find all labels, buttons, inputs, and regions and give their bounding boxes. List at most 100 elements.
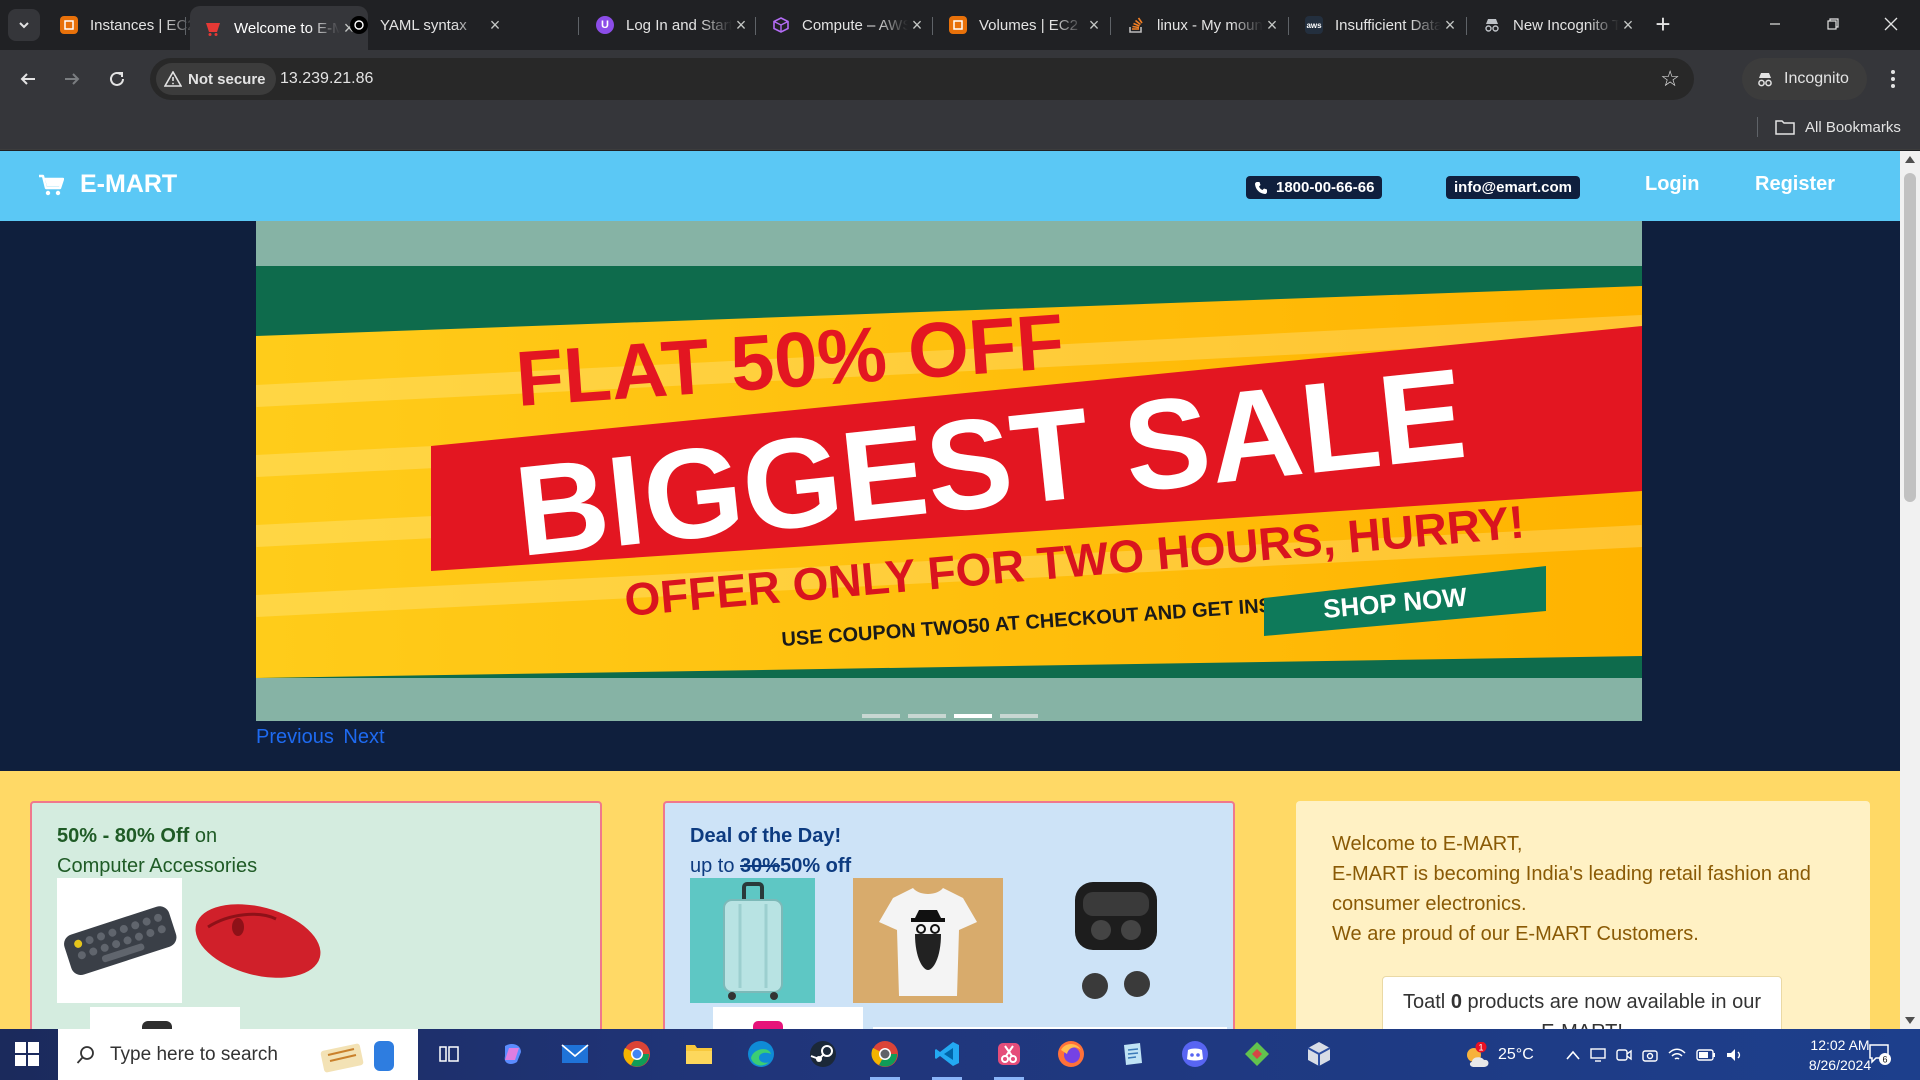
register-link[interactable]: Register	[1755, 173, 1835, 196]
address-bar[interactable]: Not secure 13.239.21.86 ☆	[150, 58, 1694, 100]
steam-icon[interactable]	[808, 1039, 838, 1069]
site-brand[interactable]: E-MART	[38, 170, 177, 199]
tab-yaml-syntax[interactable]: YAML syntax ×	[336, 8, 514, 42]
page-viewport: E-MART 1800-00-66-66 info@emart.com Logi…	[0, 151, 1920, 1029]
incognito-profile-button[interactable]: Incognito	[1742, 58, 1867, 100]
earbuds-product-image[interactable]	[1065, 878, 1165, 1003]
cube-icon	[772, 16, 790, 34]
tab-log-in[interactable]: U Log In and Start ×	[582, 8, 760, 42]
taskbar-search-box[interactable]: Type here to search	[58, 1029, 418, 1080]
carousel-indicator[interactable]	[862, 714, 900, 718]
close-icon[interactable]: ×	[732, 15, 750, 36]
tab-title: Welcome to E-MART	[234, 19, 340, 37]
close-icon[interactable]: ×	[1085, 15, 1103, 36]
deal-product-image[interactable]	[713, 1007, 863, 1029]
carousel-indicator[interactable]	[908, 714, 946, 718]
all-bookmarks-button[interactable]: All Bookmarks	[1775, 114, 1901, 140]
carousel-previous-link[interactable]: Previous	[256, 726, 334, 748]
tab-linux-mount[interactable]: linux - My mount ×	[1113, 8, 1291, 42]
close-icon[interactable]: ×	[486, 15, 504, 36]
display-icon[interactable]	[1590, 1047, 1606, 1062]
kebab-menu-icon	[1891, 70, 1895, 88]
file-explorer-icon[interactable]	[684, 1039, 714, 1069]
login-link[interactable]: Login	[1645, 173, 1699, 196]
keyboard-product-image[interactable]	[57, 878, 182, 1003]
incognito-label: Incognito	[1784, 70, 1849, 87]
scroll-down-icon[interactable]	[1905, 1017, 1915, 1024]
notification-center[interactable]: 6	[1868, 1043, 1891, 1065]
vscode-icon[interactable]	[932, 1039, 962, 1069]
suitcase-product-image[interactable]	[690, 878, 815, 1003]
browser-menu-button[interactable]	[1880, 63, 1906, 95]
close-icon[interactable]: ×	[1263, 15, 1281, 36]
tab-insufficient-data[interactable]: aws Insufficient Data ×	[1291, 8, 1469, 42]
accessory-product-image[interactable]	[90, 1007, 240, 1029]
aws-orange-icon	[60, 16, 78, 34]
chevron-down-icon	[19, 22, 29, 29]
tab-compute-aws[interactable]: Compute – AWS ×	[758, 8, 936, 42]
tab-divider	[932, 17, 933, 35]
tab-volumes-ec2[interactable]: Volumes | EC2 ×	[935, 8, 1113, 42]
tab-divider	[1466, 17, 1467, 35]
deal-old-discount: 30%	[740, 855, 781, 877]
deal-of-day-card[interactable]: Deal of the Day! up to 30%50% off	[663, 801, 1235, 1029]
reload-button[interactable]	[101, 63, 133, 95]
aws-dark-icon: aws	[1305, 16, 1323, 34]
security-chip[interactable]: Not secure	[156, 63, 276, 95]
carousel-indicator-active[interactable]	[954, 714, 992, 718]
volume-icon[interactable]	[1726, 1048, 1744, 1062]
close-icon[interactable]: ×	[1441, 15, 1459, 36]
email-address: info@emart.com	[1454, 179, 1572, 196]
minimize-button[interactable]	[1752, 8, 1798, 40]
restore-button[interactable]	[1810, 8, 1856, 40]
git-tool-icon[interactable]	[1242, 1039, 1272, 1069]
deal-prefix: up to	[690, 855, 741, 877]
page-scrollbar[interactable]	[1900, 151, 1920, 1029]
tab-search-button[interactable]	[8, 9, 40, 41]
wifi-icon[interactable]	[1668, 1048, 1686, 1062]
close-icon[interactable]: ×	[1619, 15, 1637, 36]
tshirt-product-image[interactable]	[853, 878, 1003, 1003]
tab-divider	[1110, 17, 1111, 35]
discord-icon[interactable]	[1180, 1039, 1210, 1069]
notepad-icon[interactable]	[1118, 1039, 1148, 1069]
forward-button[interactable]	[56, 63, 88, 95]
reload-icon	[110, 71, 124, 86]
url-text[interactable]: 13.239.21.86	[280, 70, 373, 88]
tab-new-incognito[interactable]: New Incognito Tab ×	[1469, 8, 1647, 42]
all-bookmarks-label: All Bookmarks	[1805, 118, 1901, 136]
chrome-active-icon[interactable]	[870, 1039, 900, 1069]
back-button[interactable]	[12, 63, 44, 95]
edge-icon[interactable]	[746, 1039, 776, 1069]
windows-start-icon[interactable]	[14, 1041, 40, 1067]
bookmark-star-icon[interactable]: ☆	[1660, 67, 1680, 91]
scrollbar-thumb[interactable]	[1904, 173, 1916, 502]
firefox-icon[interactable]	[1056, 1039, 1086, 1069]
copilot-icon[interactable]	[498, 1039, 528, 1069]
mail-icon[interactable]	[560, 1039, 590, 1069]
chrome-icon[interactable]	[622, 1039, 652, 1069]
chevron-up-icon[interactable]	[1566, 1050, 1580, 1060]
close-icon[interactable]: ×	[908, 15, 926, 36]
carousel-indicator[interactable]	[1000, 714, 1038, 718]
sale-banner[interactable]: FLAT 50% OFF BIGGEST SALE OFFER ONLY FOR…	[256, 266, 1642, 678]
brand-name: E-MART	[80, 170, 178, 198]
virtualbox-icon[interactable]	[1304, 1039, 1334, 1069]
tab-title: Volumes | EC2	[979, 16, 1078, 34]
meet-icon[interactable]	[1616, 1048, 1632, 1062]
weather-widget[interactable]: 1 25°C	[1462, 1029, 1534, 1080]
battery-icon[interactable]	[1696, 1048, 1716, 1061]
carousel-next-link[interactable]: Next	[343, 726, 384, 748]
close-window-button[interactable]	[1868, 8, 1914, 40]
tab-title: Insufficient Data	[1335, 16, 1441, 34]
mouse-product-image[interactable]	[190, 883, 325, 993]
accessories-offer-card[interactable]: 50% - 80% Off on Computer Accessories	[30, 801, 602, 1029]
snipping-tool-icon[interactable]	[994, 1039, 1024, 1069]
deal-new-discount: 50% off	[780, 855, 852, 877]
scroll-up-icon[interactable]	[1905, 156, 1915, 163]
camera-icon[interactable]	[1642, 1048, 1658, 1062]
task-view-icon[interactable]	[434, 1039, 464, 1069]
tab-title: Instances | EC2	[90, 16, 196, 34]
close-icon	[1884, 17, 1898, 31]
new-tab-button[interactable]: +	[1650, 11, 1676, 38]
